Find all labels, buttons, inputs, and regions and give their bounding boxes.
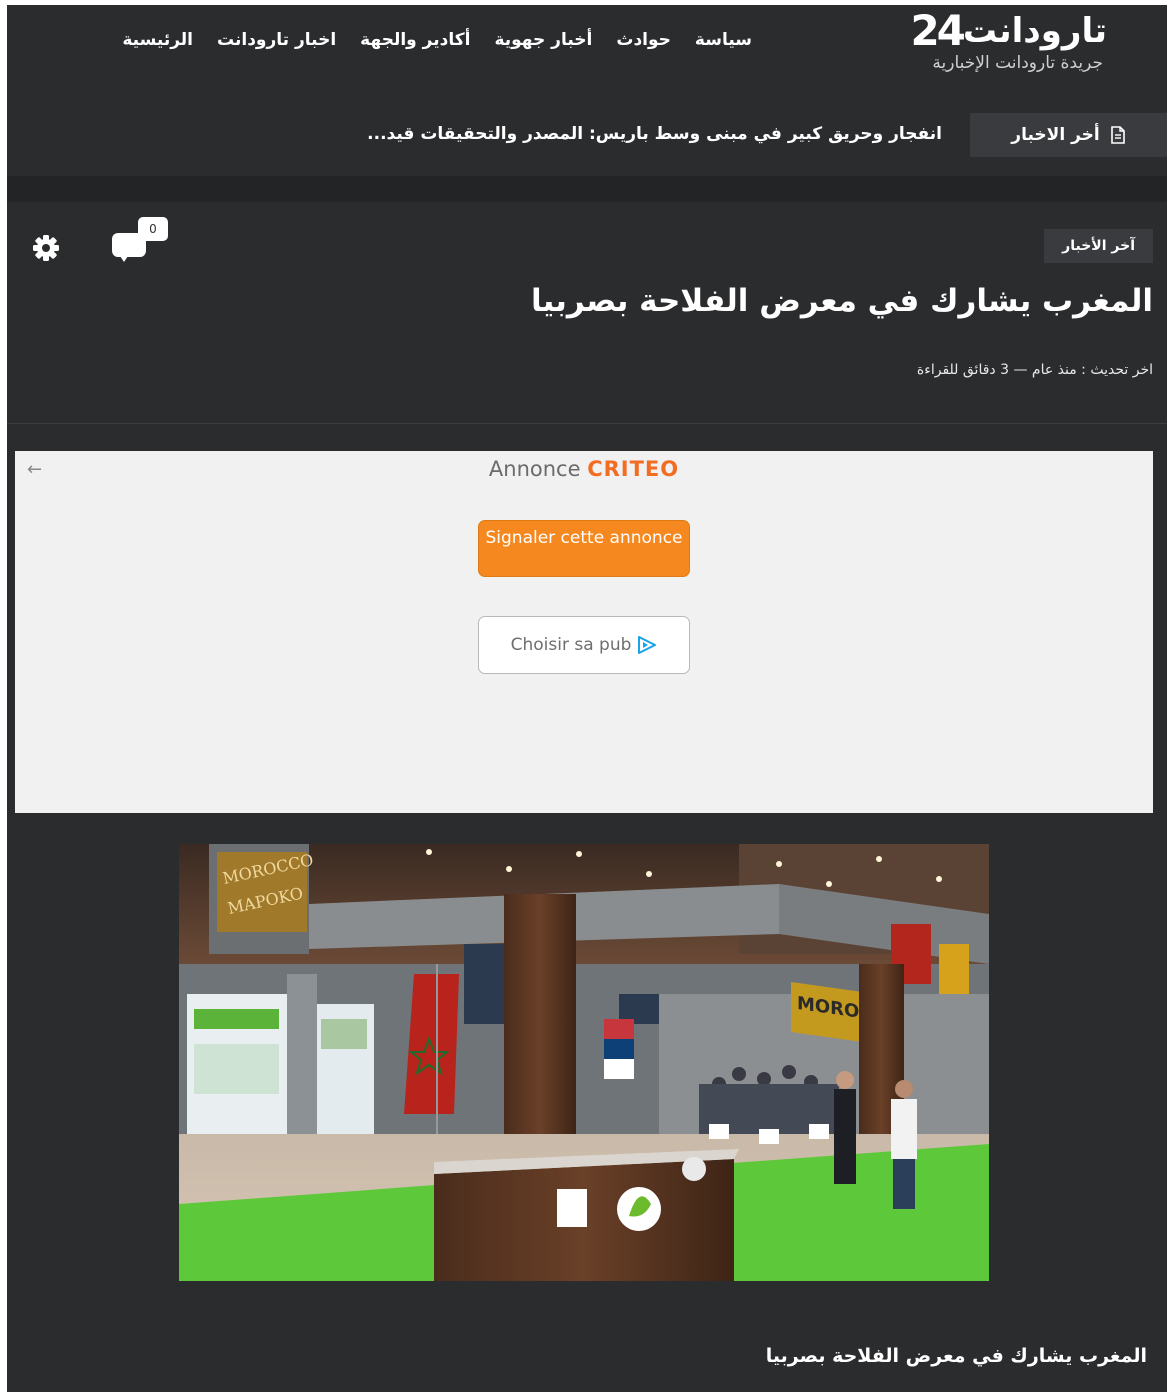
nav-item-taroudant-news[interactable]: اخبار تارودانت xyxy=(217,30,336,50)
main-nav: الرئيسية اخبار تارودانت أكادير والجهة أخ… xyxy=(122,30,752,50)
comment-icon-tail xyxy=(118,253,130,262)
nav-item-agadir-region[interactable]: أكادير والجهة xyxy=(360,30,470,50)
logo-number: 24 xyxy=(910,6,965,55)
choose-ad-label: Choisir sa pub xyxy=(510,635,632,655)
comment-count: 0 xyxy=(138,217,168,241)
logo-tagline: جريدة تارودانت الإخبارية xyxy=(932,53,1103,73)
logo-name: تارودانت xyxy=(962,11,1107,51)
choose-ad-button[interactable]: Choisir sa pub xyxy=(478,616,690,674)
news-ticker: أخر الاخبار انفجار وحريق كبير في مبنى وس… xyxy=(7,108,1167,159)
site-logo[interactable]: 24 تارودانت جريدة تارودانت الإخبارية xyxy=(867,9,1107,75)
criteo-logo[interactable]: CRITEO xyxy=(587,457,679,481)
gear-icon[interactable] xyxy=(31,233,61,263)
ticker-label-box: أخر الاخبار xyxy=(970,113,1167,157)
article-title: المغرب يشارك في معرض الفلاحة بصربيا xyxy=(530,283,1153,319)
header-divider-band xyxy=(7,176,1167,202)
play-icon xyxy=(638,636,657,654)
article-photo[interactable]: MOROCCO MAPOKO MOROCCO xyxy=(179,844,989,1281)
report-ad-button[interactable]: Signaler cette annonce xyxy=(478,520,690,577)
nav-item-politics[interactable]: سياسة xyxy=(695,30,752,50)
ticker-headline[interactable]: انفجار وحريق كبير في مبنى وسط باريس: الم… xyxy=(367,124,942,144)
logo-mark: 24 تارودانت xyxy=(910,9,1107,53)
ticker-label: أخر الاخبار xyxy=(1011,125,1100,145)
category-badge[interactable]: آخر الأخبار xyxy=(1044,229,1153,263)
ad-label-text: Annonce xyxy=(488,457,581,481)
nav-item-home[interactable]: الرئيسية xyxy=(122,30,193,50)
page-frame: 24 تارودانت جريدة تارودانت الإخبارية الر… xyxy=(7,5,1167,1392)
divider xyxy=(7,423,1167,424)
expo-stand-illustration: MOROCCO MAPOKO MOROCCO xyxy=(179,844,989,1281)
site-header: 24 تارودانت جريدة تارودانت الإخبارية الر… xyxy=(7,5,1167,77)
article-meta: اخر تحديث : منذ عام — 3 دقائق للقراءة xyxy=(916,362,1153,378)
comments-button[interactable]: 0 xyxy=(110,217,170,267)
ad-label: Annonce CRITEO xyxy=(15,457,1153,481)
article-caption: المغرب يشارك في معرض الفلاحة بصربيا xyxy=(765,1345,1147,1367)
ad-container: ← Annonce CRITEO Signaler cette annonce … xyxy=(15,451,1153,813)
nav-item-regional-news[interactable]: أخبار جهوية xyxy=(494,30,592,50)
nav-item-incidents[interactable]: حوادث xyxy=(616,30,671,50)
document-icon xyxy=(1110,126,1125,144)
